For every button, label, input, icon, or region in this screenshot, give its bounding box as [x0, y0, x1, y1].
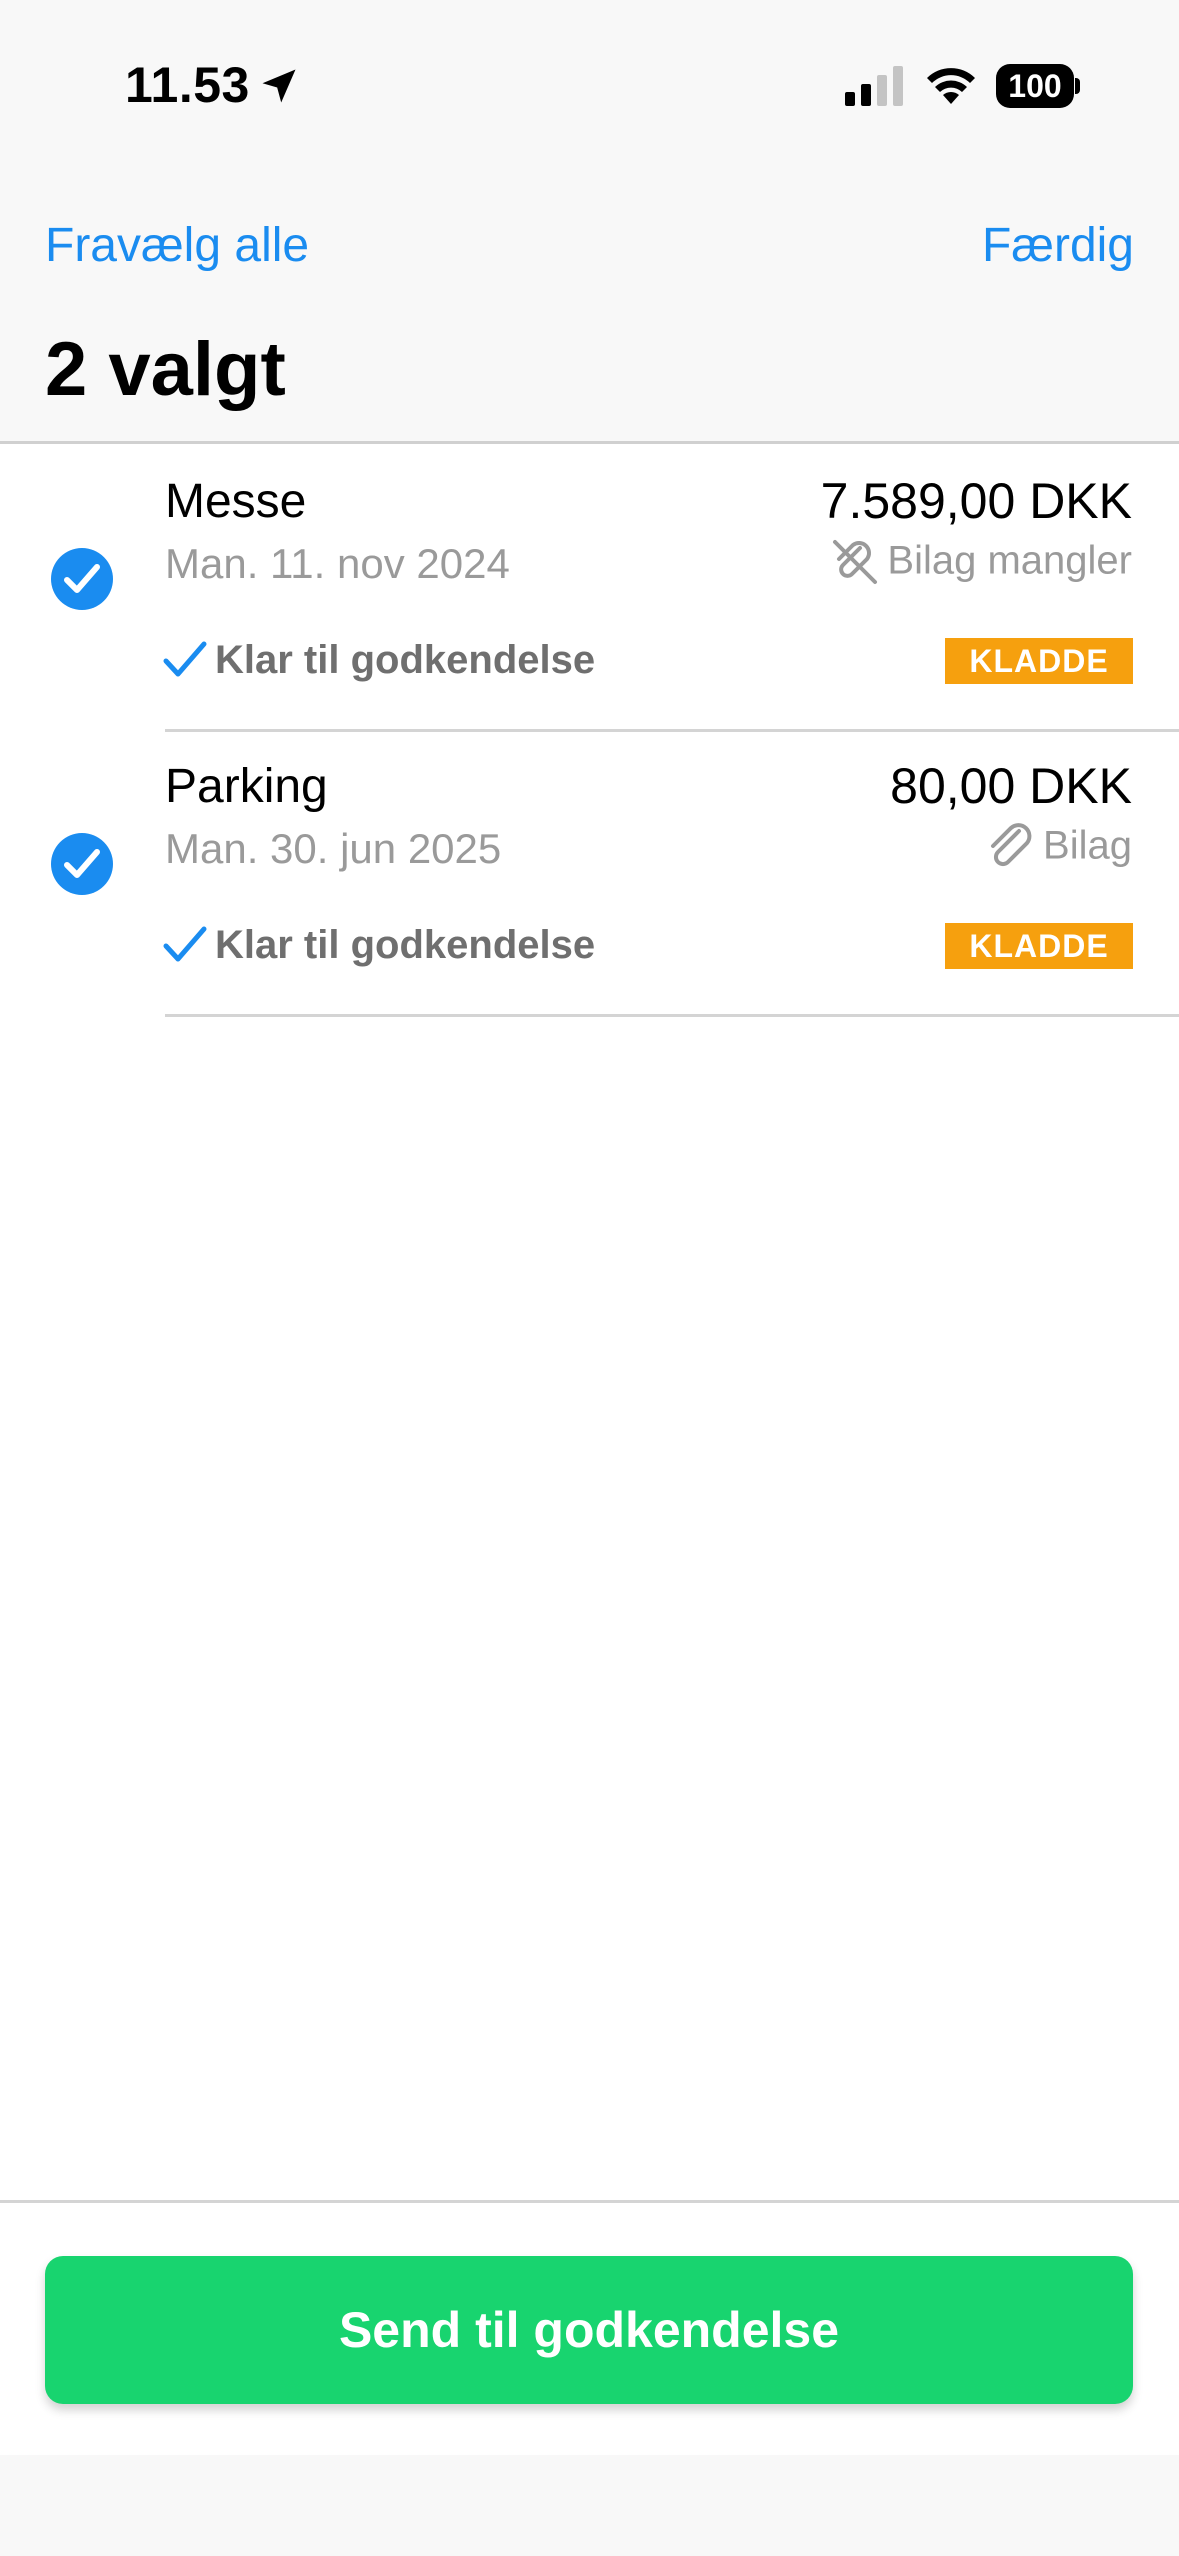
header: 11.53 100 Fravælg alle Færdig 2 valgt — [0, 0, 1179, 442]
battery-icon: 100 — [996, 64, 1080, 108]
screen: 11.53 100 Fravælg alle Færdig 2 valgt Me… — [0, 0, 1179, 2556]
status-badge: KLADDE — [945, 923, 1133, 969]
attachment-status: Bilag mangler — [827, 534, 1132, 588]
item-status: Klar til godkendelse — [163, 636, 595, 683]
deselect-all-button[interactable]: Fravælg alle — [45, 218, 309, 273]
battery-tip — [1075, 78, 1080, 94]
selected-check-icon[interactable] — [51, 548, 113, 610]
selected-check-icon[interactable] — [51, 833, 113, 895]
attachment-label: Bilag mangler — [887, 538, 1132, 583]
list-item[interactable]: Parking Man. 30. jun 2025 80,00 DKK Bila… — [0, 729, 1179, 1017]
paperclip-icon — [991, 823, 1032, 867]
item-title: Parking — [165, 760, 328, 813]
item-date: Man. 30. jun 2025 — [165, 825, 502, 872]
list-item[interactable]: Messe Man. 11. nov 2024 7.589,00 DKK Bil… — [0, 444, 1179, 732]
battery-level: 100 — [996, 64, 1074, 108]
status-time: 11.53 — [125, 57, 250, 113]
wifi-icon — [927, 68, 975, 104]
status-label: Klar til godkendelse — [215, 922, 596, 967]
home-indicator-area — [0, 2455, 1179, 2556]
item-title: Messe — [165, 475, 307, 528]
row-divider — [165, 1014, 1179, 1017]
item-status: Klar til godkendelse — [163, 921, 595, 968]
paperclip-slash-icon — [833, 540, 878, 584]
cellular-signal-icon — [845, 66, 903, 106]
status-badge: KLADDE — [945, 638, 1133, 684]
checkmark-icon — [163, 641, 207, 677]
checkmark-icon — [163, 926, 207, 962]
done-button[interactable]: Færdig — [982, 218, 1134, 273]
page-title: 2 valgt — [45, 327, 286, 412]
item-amount: 80,00 DKK — [890, 758, 1132, 814]
item-amount: 7.589,00 DKK — [820, 473, 1132, 529]
attachment-status: Bilag — [983, 819, 1132, 873]
send-for-approval-button[interactable]: Send til godkendelse — [45, 2256, 1133, 2404]
bottom-divider — [0, 2200, 1179, 2203]
item-date: Man. 11. nov 2024 — [165, 540, 510, 587]
location-arrow-icon — [262, 69, 296, 103]
attachment-label: Bilag — [1043, 823, 1132, 868]
status-label: Klar til godkendelse — [215, 637, 596, 682]
